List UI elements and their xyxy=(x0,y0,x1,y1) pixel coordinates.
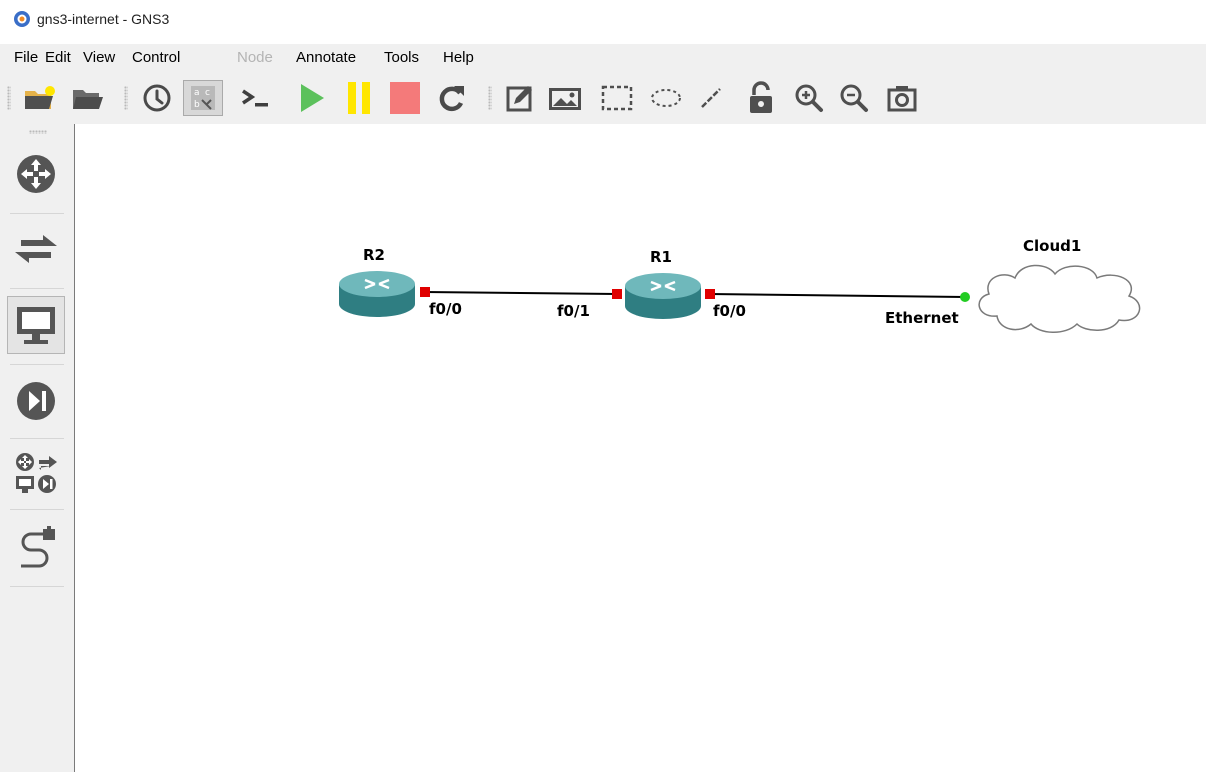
port-label-cloud-ethernet: Ethernet xyxy=(885,309,959,327)
sidebar-separator xyxy=(10,586,64,587)
svg-text:b: b xyxy=(194,100,200,110)
topology-links xyxy=(423,291,966,298)
sidebar-grip xyxy=(29,130,47,134)
insert-picture-icon[interactable] xyxy=(545,80,585,116)
add-note-icon[interactable] xyxy=(500,80,540,116)
zoom-out-icon[interactable] xyxy=(834,80,874,116)
show-interface-labels-icon[interactable]: a c b xyxy=(183,80,223,116)
toolbar-grip xyxy=(7,86,11,110)
link-r2-r1 xyxy=(423,291,618,295)
lock-icon[interactable] xyxy=(741,80,781,116)
port-label-r1-f00: f0/0 xyxy=(713,302,746,320)
sidebar-separator xyxy=(10,288,64,289)
menu-file[interactable]: File xyxy=(14,49,38,66)
title-bar: gns3-internet - GNS3 xyxy=(0,0,1206,38)
menu-edit[interactable]: Edit xyxy=(45,49,71,66)
routers-icon[interactable] xyxy=(7,145,65,203)
svg-text:a: a xyxy=(194,88,200,98)
port-label-r2-f00: f0/0 xyxy=(429,300,462,318)
console-icon[interactable] xyxy=(236,80,276,116)
toolbar-separator xyxy=(124,86,128,110)
router-r2-icon[interactable] xyxy=(337,268,417,320)
node-label-r2: R2 xyxy=(363,246,385,264)
port-r1-f00-status xyxy=(705,289,715,299)
screenshot-icon[interactable] xyxy=(882,80,922,116)
menu-help[interactable]: Help xyxy=(443,49,474,66)
switches-icon[interactable] xyxy=(7,220,65,278)
menu-view[interactable]: View xyxy=(83,49,115,66)
security-devices-icon[interactable] xyxy=(7,372,65,430)
menu-tools[interactable]: Tools xyxy=(384,49,419,66)
gns3-app-icon xyxy=(14,11,30,27)
link-r1-cloud xyxy=(708,293,966,298)
toolbar-separator xyxy=(488,86,492,110)
draw-line-icon[interactable] xyxy=(691,80,731,116)
router-r1-icon[interactable] xyxy=(623,270,703,322)
main-toolbar: a c b xyxy=(0,72,1206,124)
port-r1-f01-status xyxy=(612,289,622,299)
zoom-in-icon[interactable] xyxy=(789,80,829,116)
svg-text:c: c xyxy=(205,88,210,98)
topology-canvas[interactable]: R2 R1 Cloud1 f0/0 f0/1 f0/0 Ethernet xyxy=(75,124,1206,772)
port-r2-f00-status xyxy=(420,287,430,297)
reload-icon[interactable] xyxy=(432,80,472,116)
stop-icon[interactable] xyxy=(385,80,425,116)
add-link-icon[interactable] xyxy=(7,518,65,576)
suspend-icon[interactable] xyxy=(339,80,379,116)
menu-node[interactable]: Node xyxy=(237,49,273,66)
sidebar-separator xyxy=(10,438,64,439)
menu-annotate[interactable]: Annotate xyxy=(296,49,356,66)
start-icon[interactable] xyxy=(292,80,332,116)
sidebar-separator xyxy=(10,509,64,510)
draw-rectangle-icon[interactable] xyxy=(597,80,637,116)
sidebar-separator xyxy=(10,364,64,365)
node-label-cloud1: Cloud1 xyxy=(1023,237,1082,255)
end-devices-icon[interactable] xyxy=(7,296,65,354)
new-project-icon[interactable] xyxy=(20,80,60,116)
cloud1-icon[interactable] xyxy=(969,256,1151,336)
draw-ellipse-icon[interactable] xyxy=(646,80,686,116)
device-sidebar xyxy=(0,124,75,772)
snapshot-icon[interactable] xyxy=(137,80,177,116)
menu-control[interactable]: Control xyxy=(132,49,180,66)
sidebar-separator xyxy=(10,213,64,214)
open-project-icon[interactable] xyxy=(68,80,108,116)
window-title: gns3-internet - GNS3 xyxy=(37,11,170,27)
node-label-r1: R1 xyxy=(650,248,672,266)
port-label-r1-f01: f0/1 xyxy=(557,302,590,320)
port-cloud-ethernet-status xyxy=(960,292,970,302)
menu-bar: File Edit View Control Node Annotate Too… xyxy=(0,44,1206,72)
all-devices-icon[interactable] xyxy=(7,444,65,502)
